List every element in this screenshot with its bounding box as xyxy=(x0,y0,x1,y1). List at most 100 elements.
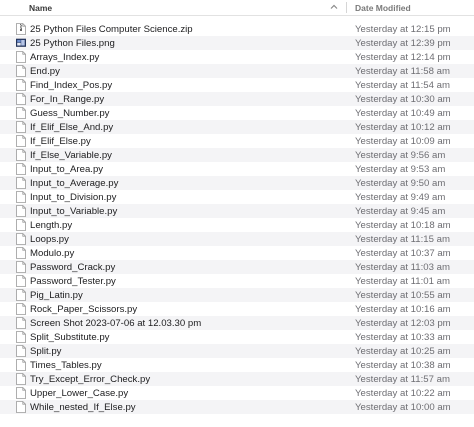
file-date-modified: Yesterday at 12:03 pm xyxy=(355,317,451,329)
file-row[interactable]: Password_Tester.py Yesterday at 11:01 am xyxy=(0,274,474,288)
column-divider[interactable] xyxy=(346,2,347,13)
column-header-name[interactable]: Name xyxy=(29,3,52,13)
file-row[interactable]: If_Elif_Else.py Yesterday at 10:09 am xyxy=(0,134,474,148)
file-date-modified: Yesterday at 10:30 am xyxy=(355,93,451,105)
file-row[interactable]: Input_to_Average.py Yesterday at 9:50 am xyxy=(0,176,474,190)
file-row[interactable]: End.py Yesterday at 11:58 am xyxy=(0,64,474,78)
file-date-modified: Yesterday at 10:55 am xyxy=(355,289,451,301)
file-row[interactable]: Length.py Yesterday at 10:18 am xyxy=(0,218,474,232)
file-date-modified: Yesterday at 10:12 am xyxy=(355,121,451,133)
file-name[interactable]: Guess_Number.py xyxy=(30,108,109,119)
file-name[interactable]: Try_Except_Error_Check.py xyxy=(30,374,150,385)
file-name[interactable]: Input_to_Average.py xyxy=(30,178,118,189)
file-row[interactable]: Password_Crack.py Yesterday at 11:03 am xyxy=(0,260,474,274)
file-row[interactable]: Split_Substitute.py Yesterday at 10:33 am xyxy=(0,330,474,344)
file-row[interactable]: Input_to_Area.py Yesterday at 9:53 am xyxy=(0,162,474,176)
file-row[interactable]: Modulo.py Yesterday at 10:37 am xyxy=(0,246,474,260)
file-name[interactable]: Rock_Paper_Scissors.py xyxy=(30,304,137,315)
file-name[interactable]: Input_to_Area.py xyxy=(30,164,103,175)
file-name[interactable]: Screen Shot 2023-07-06 at 12.03.30 pm xyxy=(30,318,201,329)
document-icon xyxy=(16,65,26,77)
document-icon xyxy=(16,387,26,399)
document-icon xyxy=(16,303,26,315)
column-header-date-modified[interactable]: Date Modified xyxy=(355,3,411,13)
file-name[interactable]: While_nested_If_Else.py xyxy=(30,402,136,413)
file-name[interactable]: Modulo.py xyxy=(30,248,74,259)
file-date-modified: Yesterday at 11:57 am xyxy=(355,373,450,385)
file-date-modified: Yesterday at 10:18 am xyxy=(355,219,451,231)
file-name[interactable]: Loops.py xyxy=(30,234,69,245)
file-name[interactable]: If_Else_Variable.py xyxy=(30,150,112,161)
file-row[interactable]: Rock_Paper_Scissors.py Yesterday at 10:16… xyxy=(0,302,474,316)
document-icon xyxy=(16,317,26,329)
file-name[interactable]: Split_Substitute.py xyxy=(30,332,109,343)
file-name[interactable]: Pig_Latin.py xyxy=(30,290,83,301)
chevron-up-icon[interactable] xyxy=(329,2,339,12)
file-row[interactable]: Split.py Yesterday at 10:25 am xyxy=(0,344,474,358)
file-name[interactable]: Length.py xyxy=(30,220,72,231)
file-name[interactable]: Find_Index_Pos.py xyxy=(30,80,112,91)
file-name[interactable]: Arrays_Index.py xyxy=(30,52,99,63)
file-row[interactable]: If_Elif_Else_And.py Yesterday at 10:12 am xyxy=(0,120,474,134)
file-name[interactable]: For_In_Range.py xyxy=(30,94,104,105)
file-date-modified: Yesterday at 12:39 pm xyxy=(355,37,451,49)
file-row[interactable]: Arrays_Index.py Yesterday at 12:14 pm xyxy=(0,50,474,64)
file-name[interactable]: Input_to_Variable.py xyxy=(30,206,117,217)
file-date-modified: Yesterday at 11:54 am xyxy=(355,79,450,91)
file-list: 25 Python Files Computer Science.zip Yest… xyxy=(0,22,474,414)
file-row[interactable]: If_Else_Variable.py Yesterday at 9:56 am xyxy=(0,148,474,162)
file-row[interactable]: Input_to_Division.py Yesterday at 9:49 am xyxy=(0,190,474,204)
file-date-modified: Yesterday at 12:14 pm xyxy=(355,51,451,63)
file-name[interactable]: If_Elif_Else.py xyxy=(30,136,91,147)
file-date-modified: Yesterday at 11:15 am xyxy=(355,233,450,245)
document-icon xyxy=(16,149,26,161)
document-icon xyxy=(16,345,26,357)
file-date-modified: Yesterday at 10:37 am xyxy=(355,247,451,259)
file-name[interactable]: 25 Python Files.png xyxy=(30,38,115,49)
file-row[interactable]: Pig_Latin.py Yesterday at 10:55 am xyxy=(0,288,474,302)
file-date-modified: Yesterday at 9:49 am xyxy=(355,191,446,203)
file-date-modified: Yesterday at 11:03 am xyxy=(355,261,450,273)
file-name[interactable]: If_Elif_Else_And.py xyxy=(30,122,113,133)
file-date-modified: Yesterday at 10:25 am xyxy=(355,345,451,357)
file-date-modified: Yesterday at 11:58 am xyxy=(355,65,450,77)
file-date-modified: Yesterday at 11:01 am xyxy=(355,275,450,287)
file-row[interactable]: While_nested_If_Else.py Yesterday at 10:0… xyxy=(0,400,474,414)
file-name[interactable]: Split.py xyxy=(30,346,61,357)
file-row[interactable]: Upper_Lower_Case.py Yesterday at 10:22 am xyxy=(0,386,474,400)
file-name[interactable]: Upper_Lower_Case.py xyxy=(30,388,128,399)
file-date-modified: Yesterday at 10:16 am xyxy=(355,303,451,315)
document-icon xyxy=(16,247,26,259)
document-icon xyxy=(16,331,26,343)
file-row[interactable]: Loops.py Yesterday at 11:15 am xyxy=(0,232,474,246)
document-icon xyxy=(16,51,26,63)
file-date-modified: Yesterday at 9:53 am xyxy=(355,163,446,175)
document-icon xyxy=(16,261,26,273)
file-name[interactable]: Password_Crack.py xyxy=(30,262,115,273)
document-icon xyxy=(16,135,26,147)
document-icon xyxy=(16,289,26,301)
file-date-modified: Yesterday at 10:38 am xyxy=(355,359,451,371)
file-name[interactable]: 25 Python Files Computer Science.zip xyxy=(30,24,193,35)
file-row[interactable]: Guess_Number.py Yesterday at 10:49 am xyxy=(0,106,474,120)
file-name[interactable]: End.py xyxy=(30,66,60,77)
file-date-modified: Yesterday at 10:33 am xyxy=(355,331,451,343)
file-row[interactable]: Input_to_Variable.py Yesterday at 9:45 am xyxy=(0,204,474,218)
file-row[interactable]: Try_Except_Error_Check.py Yesterday at 11… xyxy=(0,372,474,386)
document-icon xyxy=(16,401,26,413)
column-header: Name Date Modified xyxy=(0,0,474,16)
file-row[interactable]: 25 Python Files.png Yesterday at 12:39 pm xyxy=(0,36,474,50)
file-name[interactable]: Times_Tables.py xyxy=(30,360,102,371)
file-name[interactable]: Input_to_Division.py xyxy=(30,192,116,203)
file-name[interactable]: Password_Tester.py xyxy=(30,276,116,287)
file-row[interactable]: For_In_Range.py Yesterday at 10:30 am xyxy=(0,92,474,106)
file-row[interactable]: Find_Index_Pos.py Yesterday at 11:54 am xyxy=(0,78,474,92)
document-icon xyxy=(16,107,26,119)
file-row[interactable]: Screen Shot 2023-07-06 at 12.03.30 pm Yes… xyxy=(0,316,474,330)
file-row[interactable]: Times_Tables.py Yesterday at 10:38 am xyxy=(0,358,474,372)
file-row[interactable]: 25 Python Files Computer Science.zip Yest… xyxy=(0,22,474,36)
document-icon xyxy=(16,93,26,105)
document-icon xyxy=(16,373,26,385)
zip-icon xyxy=(16,23,26,35)
document-icon xyxy=(16,359,26,371)
